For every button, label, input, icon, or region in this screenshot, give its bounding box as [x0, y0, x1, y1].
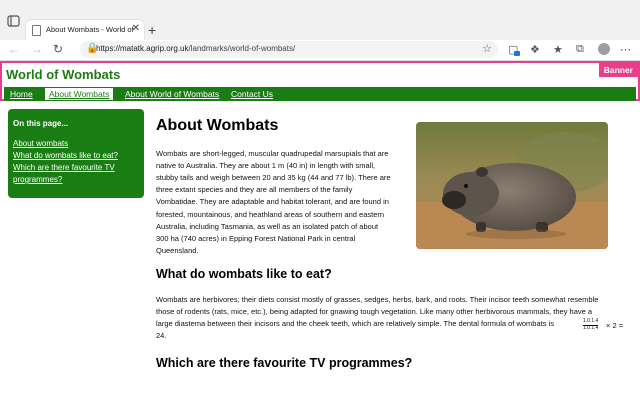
sidebar-heading: On this page...: [13, 119, 69, 128]
sidebar-link-tv-programmes[interactable]: Which are there favourite TV: [13, 162, 115, 173]
intro-line: Australia, including Tasmania, as well a…: [156, 221, 379, 231]
nav-link-home[interactable]: Home: [10, 89, 33, 99]
nav-link-about-world-of-wombats[interactable]: About World of Wombats: [125, 89, 219, 99]
dental-formula-suffix: × 2 =: [606, 321, 624, 330]
refresh-icon[interactable]: ↻: [53, 42, 63, 56]
extensions-puzzle-icon[interactable]: ❖: [530, 43, 540, 56]
back-arrow-icon[interactable]: ←: [8, 42, 20, 56]
browser-tab-strip: About Wombats - World of Wombats ✕ +: [0, 0, 640, 40]
url-path: /landmarks/world-of-wombats/: [188, 44, 296, 53]
dental-formula-lower: 1.0.1.4: [583, 324, 599, 331]
eat-line: Wombats are herbivores; their diets cons…: [156, 295, 599, 304]
browser-tab[interactable]: About Wombats - World of Wombats ✕: [26, 20, 144, 40]
url-text[interactable]: https://matatk.agrip.org.uk/landmarks/wo…: [96, 44, 295, 53]
new-tab-button[interactable]: +: [148, 22, 156, 38]
collections-icon[interactable]: ⧉: [576, 43, 584, 56]
intro-line: forested, mountainous, and heathland are…: [156, 209, 385, 219]
bookmark-star-icon[interactable]: ☆: [482, 42, 492, 55]
intro-line: native to Australia. They are about 1 m …: [156, 161, 376, 171]
site-title: World of Wombats: [6, 67, 121, 82]
tab-actions-icon[interactable]: [6, 13, 22, 29]
eat-line: 24.: [156, 331, 167, 341]
forward-arrow-icon[interactable]: →: [31, 42, 43, 56]
dental-formula: 1.0.1.4 1.0.1.4: [583, 318, 599, 331]
sidebar-link-tv-programmes-cont[interactable]: programmes?: [13, 174, 62, 185]
address-bar[interactable]: 🔒 https://matatk.agrip.org.uk/landmarks/…: [80, 41, 498, 58]
main-navigation: Home About Wombats About World of Wombat…: [4, 87, 636, 101]
banner-landmark-label: Banner: [598, 63, 638, 77]
intro-line: Vombatidae. They are adaptable and habit…: [156, 197, 389, 207]
page-icon: [32, 25, 41, 36]
intro-line: three extant species and they are all me…: [156, 185, 353, 195]
favorites-icon[interactable]: ★: [553, 43, 563, 56]
intro-line: 300 ha (740 acres) in Epping Forest Nati…: [156, 233, 356, 243]
on-this-page-sidebar: On this page... About wombats What do wo…: [8, 109, 144, 198]
nav-link-about-wombats[interactable]: About Wombats: [45, 88, 114, 100]
page-title: About Wombats: [156, 117, 279, 134]
intro-line: Wombats are short-legged, muscular quadr…: [156, 149, 389, 158]
tab-title: About Wombats - World of Wombats: [46, 25, 134, 34]
close-tab-icon[interactable]: ✕: [132, 23, 140, 34]
eat-line: those of rodents (rats, mice, etc.), bei…: [156, 307, 593, 317]
browser-toolbar: ← → ↻ 🔒 https://matatk.agrip.org.uk/land…: [0, 40, 640, 61]
sidebar-link-about-wombats[interactable]: About wombats: [13, 138, 68, 149]
heading-what-eat: What do wombats like to eat?: [156, 267, 332, 281]
url-host: https://matatk.agrip.org.uk: [96, 44, 189, 53]
more-menu-icon[interactable]: ⋯: [620, 43, 631, 56]
intro-line: stubby tails and weigh between 20 and 35…: [156, 173, 391, 183]
site-banner: World of Wombats Banner Home About Womba…: [0, 61, 640, 101]
heading-tv-programmes: Which are there favourite TV programmes?: [156, 356, 413, 370]
profile-avatar[interactable]: [598, 43, 610, 55]
eat-line: large diastema between their incisors an…: [156, 319, 554, 329]
sidebar-link-what-eat[interactable]: What do wombats like to eat?: [13, 150, 118, 161]
intro-line: Queensland.: [156, 245, 199, 255]
extension-badge: [514, 51, 520, 56]
nav-link-contact-us[interactable]: Contact Us: [231, 89, 273, 99]
wombat-photo: [416, 122, 608, 249]
